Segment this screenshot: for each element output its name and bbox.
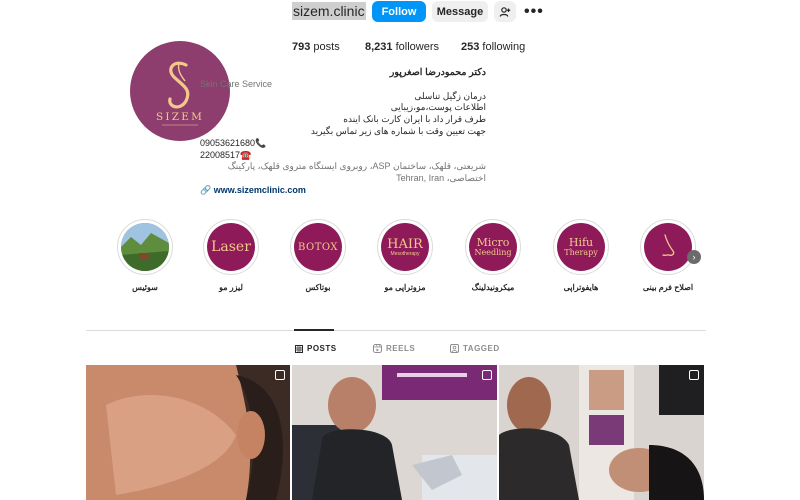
highlight-botox[interactable]: BOTOX بوتاکس (290, 219, 346, 292)
post-thumbnail[interactable] (292, 365, 497, 500)
profile-category: Skin Care Service (200, 78, 273, 89)
profile-link[interactable]: 🔗 www.sizemclinic.com (200, 185, 486, 197)
brand-wordmark: SIZEM (156, 111, 204, 123)
following-count[interactable]: 253 following (461, 41, 525, 53)
bio-line: درمان زگیل تناسلی (414, 90, 486, 101)
post-thumbnail[interactable] (86, 365, 290, 500)
person-add-icon (499, 6, 511, 17)
highlight-hair-mesotherapy[interactable]: HAIR Mesotherapy مزوتراپی مو (377, 219, 433, 292)
highlight-label: هایفوتراپی (563, 283, 599, 292)
bio-line: اطلاعات پوست،مو،زیبایی (390, 102, 486, 113)
highlight-label: میکرونیدلینگ (471, 283, 515, 292)
followers-count[interactable]: 8,231 followers (365, 41, 439, 53)
suggest-accounts-button[interactable] (494, 1, 516, 22)
highlight-switzerland[interactable]: سوئیس (117, 219, 173, 292)
highlight-subtitle: Mesotherapy (390, 250, 420, 257)
nose-icon (662, 234, 675, 257)
chevron-right-icon[interactable]: › (687, 250, 701, 264)
highlight-title: Laser (211, 239, 251, 255)
profile-full-name: دکتر محمودرضا اصغرپور (389, 67, 486, 78)
highlight-title: HAIR (387, 236, 423, 252)
post-image (86, 365, 290, 500)
tabs-divider (86, 330, 706, 331)
highlight-label: اصلاح فرم بینی (642, 283, 694, 292)
grid-icon (295, 344, 303, 353)
highlight-title: Hifu (568, 236, 594, 249)
profile-address[interactable]: شریعتی، قلهک، ساختمان ASP، روبروی ایستگا… (200, 161, 486, 185)
multiple-posts-icon (275, 370, 285, 380)
post-image (499, 365, 704, 500)
post-thumbnail[interactable] (499, 365, 704, 500)
tab-posts[interactable]: POSTS (295, 344, 337, 353)
bio-phone: 09053621680📞 (200, 137, 267, 148)
multiple-posts-icon (689, 370, 699, 380)
highlight-laser[interactable]: Laser لیزر مو (203, 219, 259, 292)
post-image (292, 365, 497, 500)
highlight-hifu-therapy[interactable]: Hifu Therapy هایفوتراپی (553, 219, 609, 292)
link-icon: 🔗 (200, 184, 212, 195)
bio-phone: 22008517☎️ (200, 149, 252, 160)
highlight-title: Micro (476, 236, 510, 249)
profile-username: sizem.clinic (292, 2, 366, 20)
highlight-label: مزوتراپی مو (384, 283, 426, 292)
highlight-micro-needling[interactable]: Micro Needling میکرونیدلینگ (465, 219, 521, 292)
follow-button[interactable]: Follow (372, 1, 426, 22)
bio-line: جهت تعیین وقت با شماره های زیر تماس بگیر… (310, 125, 486, 136)
reels-icon (373, 344, 382, 353)
landscape-thumbnail (121, 223, 169, 271)
multiple-posts-icon (482, 370, 492, 380)
highlight-subtitle: Needling (474, 248, 512, 257)
highlight-label: سوئیس (132, 283, 158, 292)
posts-count: 793 posts (292, 41, 340, 53)
highlight-label: لیزر مو (219, 283, 243, 292)
active-tab-indicator (294, 329, 334, 331)
tab-tagged[interactable]: TAGGED (450, 344, 500, 353)
highlight-title: BOTOX (297, 241, 339, 253)
tab-reels[interactable]: REELS (373, 344, 415, 353)
tagged-icon (450, 344, 459, 353)
message-button[interactable]: Message (432, 1, 488, 22)
highlight-label: بوتاکس (305, 283, 331, 292)
highlight-subtitle: Therapy (564, 248, 598, 257)
bio-line: طرف قرار داد با ایران کارت بانک اینده (343, 114, 486, 125)
profile-bio: دکتر محمودرضا اصغرپور Skin Care Service … (200, 67, 486, 197)
more-dots-icon[interactable]: ••• (524, 3, 544, 21)
